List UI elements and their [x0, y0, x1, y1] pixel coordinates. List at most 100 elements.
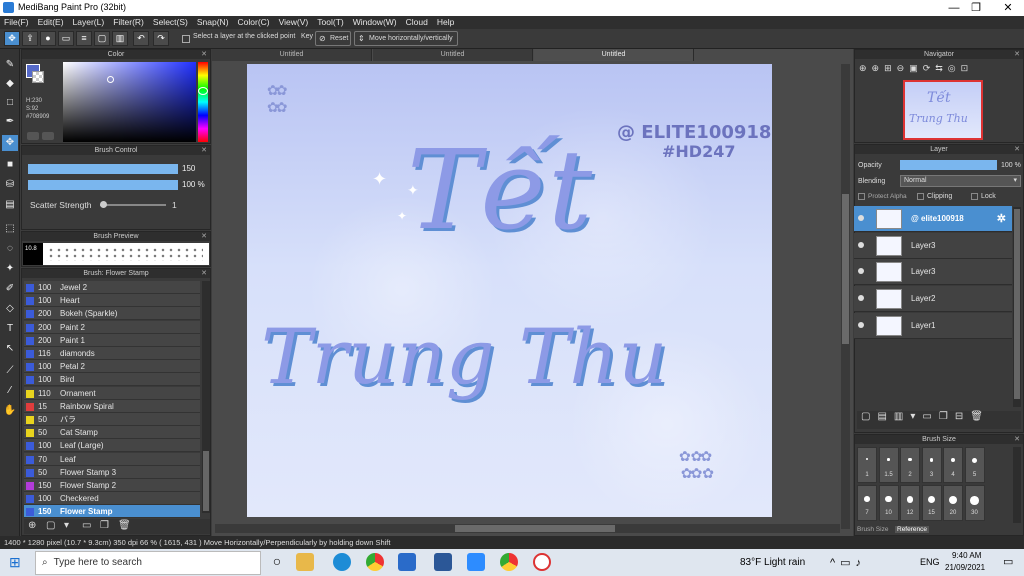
menu-cloud[interactable]: Cloud — [406, 16, 428, 29]
brush-item[interactable]: 200 Paint 1 — [24, 333, 200, 347]
brush-item[interactable]: 100 Heart — [24, 294, 200, 308]
brush-size-cell[interactable]: 15 — [921, 485, 942, 521]
delete-layer-icon[interactable]: 🗑 — [970, 411, 990, 422]
zoom-actual-icon[interactable]: ⊞ — [884, 63, 897, 73]
layer-row[interactable]: Layer3 — [854, 259, 1012, 286]
language-indicator[interactable]: ENG — [920, 557, 940, 567]
sub-color-swatch[interactable] — [32, 71, 44, 83]
eyedropper-tool-icon[interactable]: ⁄ — [2, 383, 18, 399]
weather-text[interactable]: 83°F Light rain — [740, 557, 805, 568]
visibility-icon[interactable] — [858, 215, 864, 221]
panel-close-icon[interactable]: ✕ — [201, 232, 207, 241]
canvas-hscroll-thumb[interactable] — [455, 525, 615, 532]
chrome-icon[interactable] — [366, 553, 384, 571]
brush-item[interactable]: 110 Ornament — [24, 386, 200, 400]
export-icon[interactable]: ⇪ — [22, 31, 38, 46]
brush-item[interactable]: 200 Bokeh (Sparkle) — [24, 307, 200, 321]
visibility-icon[interactable] — [858, 295, 864, 302]
note-icon[interactable]: ▭ — [58, 31, 74, 46]
brush-menu-icon[interactable]: ▾ — [64, 520, 69, 531]
comment-icon[interactable]: ● — [40, 31, 56, 46]
reset-button[interactable]: Reset ⊘ — [315, 31, 351, 46]
protect-alpha-checkbox[interactable] — [858, 193, 865, 200]
doc-tab-2[interactable]: Untitled — [373, 49, 533, 61]
brush-item[interactable]: 50 バラ — [24, 413, 200, 426]
brush-item[interactable]: 100 Bird — [24, 373, 200, 387]
lock-checkbox[interactable] — [971, 193, 978, 200]
brush-size-scrollbar[interactable] — [1013, 447, 1021, 523]
hand-tool-icon[interactable]: ✋ — [2, 403, 18, 419]
reset-view-icon[interactable]: ◎ — [948, 63, 961, 73]
new-layer-8bit-icon[interactable]: ▤ — [877, 411, 893, 422]
doc-tab-3[interactable]: Untitled — [534, 49, 694, 61]
brush-size-cell[interactable]: 20 — [943, 485, 963, 521]
layer-folder-icon[interactable]: ▭ — [922, 411, 938, 422]
brush-item[interactable]: 50 Flower Stamp 3 — [24, 465, 200, 479]
folder-icon[interactable]: ▭ — [82, 520, 91, 531]
menu-view[interactable]: View(V) — [279, 16, 309, 29]
move-mode-button[interactable]: Move horizontally/vertically ⇕ — [354, 31, 458, 46]
panel-close-icon[interactable]: ✕ — [201, 146, 207, 155]
brush-file-icon[interactable]: ▢ — [46, 520, 55, 531]
divide-tool-icon[interactable]: ⟋ — [2, 363, 18, 379]
brush-size-cell[interactable]: 1.5 — [878, 447, 899, 483]
operation-tool-icon[interactable]: ↖ — [2, 341, 18, 357]
brush-item[interactable]: 150 Flower Stamp — [24, 505, 200, 519]
brush-item[interactable]: 116 diamonds — [24, 347, 200, 360]
layer-row[interactable]: Layer1 — [854, 312, 1012, 339]
brush-opacity-slider[interactable] — [28, 180, 178, 190]
visibility-icon[interactable] — [858, 321, 864, 328]
bucket-tool-icon[interactable]: ⛁ — [2, 177, 18, 193]
lock-view-icon[interactable]: ⊡ — [961, 63, 974, 73]
menu-window[interactable]: Window(W) — [353, 16, 397, 29]
add-brush-icon[interactable]: ⊕ — [28, 520, 36, 531]
clipping-checkbox[interactable] — [917, 193, 924, 200]
taskbar-search[interactable]: ⌕ Type here to search — [35, 551, 261, 575]
color-wheel-button[interactable] — [42, 132, 54, 140]
text-tool-icon[interactable]: T — [2, 321, 18, 337]
layer-list-scrollbar[interactable] — [1013, 207, 1021, 407]
brush-size-cell[interactable]: 7 — [857, 485, 877, 521]
scatter-slider-handle[interactable] — [100, 201, 107, 208]
brush-size-cell[interactable]: 12 — [900, 485, 920, 521]
explorer-icon[interactable] — [296, 553, 314, 571]
panel-close-icon[interactable]: ✕ — [1014, 50, 1020, 59]
store-icon[interactable] — [398, 553, 416, 571]
layer-row[interactable]: Layer3 — [854, 232, 1012, 259]
brush-size-cell[interactable]: 10 — [878, 485, 899, 521]
menu-tool[interactable]: Tool(T) — [317, 16, 343, 29]
eraser-tool-icon[interactable]: ◆ — [2, 76, 18, 92]
layer-row[interactable]: Layer2 — [854, 286, 1012, 313]
maximize-button[interactable]: ❐ — [962, 0, 990, 16]
select-tool-icon[interactable]: ⬚ — [2, 221, 18, 237]
zoom-in-icon[interactable]: ⊕ — [872, 63, 885, 73]
move-tool-icon[interactable]: ✥ — [2, 135, 18, 151]
gear-icon[interactable]: ✲ — [997, 212, 1006, 225]
lasso-tool-icon[interactable]: ◌ — [2, 241, 18, 257]
blending-select[interactable]: Normal ▾ — [900, 175, 1021, 187]
rotate-icon[interactable]: ⟳ — [923, 63, 936, 73]
doc-tab-1[interactable]: Untitled — [212, 49, 372, 61]
rect-select-tool-icon[interactable]: □ — [2, 95, 18, 111]
color-picker-cursor[interactable] — [107, 76, 114, 83]
list-icon[interactable]: ≡ — [76, 31, 92, 46]
brush-item[interactable]: 100 Checkered — [24, 492, 200, 506]
pen-tool-icon[interactable]: ✒ — [2, 114, 18, 130]
saturation-value-picker[interactable] — [63, 62, 196, 142]
brush-item[interactable]: 50 Cat Stamp — [24, 426, 200, 440]
hue-slider-handle[interactable] — [198, 87, 208, 95]
brush-size-cell[interactable]: 30 — [964, 485, 985, 521]
panel-close-icon[interactable]: ✕ — [201, 50, 207, 59]
brush-tool-icon[interactable]: ✎ — [2, 57, 18, 73]
duplicate-icon[interactable]: ❐ — [100, 520, 109, 531]
brush-item[interactable]: 150 Flower Stamp 2 — [24, 479, 200, 492]
canvas-hscroll[interactable] — [215, 524, 840, 533]
brush-item[interactable]: 15 Rainbow Spiral — [24, 399, 200, 413]
chrome-profile-icon[interactable] — [500, 553, 518, 571]
notification-icon[interactable]: ▭ — [1003, 555, 1013, 568]
navigator-thumbnail[interactable]: Tết Trung Thu — [903, 80, 983, 140]
word-icon[interactable] — [434, 553, 452, 571]
flip-icon[interactable]: ⇆ — [935, 63, 948, 73]
gradient-tool-icon[interactable]: ▤ — [2, 197, 18, 213]
clock-date[interactable]: 21/09/2021 — [945, 563, 985, 572]
